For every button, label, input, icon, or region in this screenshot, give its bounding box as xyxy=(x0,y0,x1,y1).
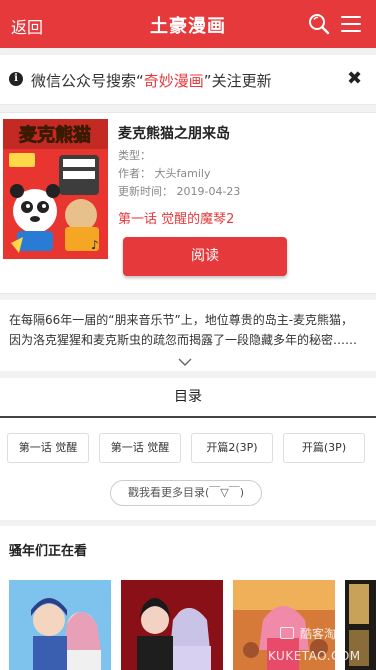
cover-title-art: 麦克熊猫 xyxy=(19,124,91,146)
notice-prefix: 微信公众号搜索“ xyxy=(31,72,144,90)
comic-thumbnail[interactable] xyxy=(121,580,223,670)
author-label: 作者： xyxy=(118,167,151,180)
chapter-item[interactable]: 第一话 觉醒 xyxy=(7,433,89,463)
top-nav-bar: 返回 土豪漫画 xyxy=(0,0,376,48)
notice-highlight: 奇妙漫画 xyxy=(143,72,204,90)
book-type: 类型： xyxy=(118,147,151,163)
description-text: 在每隔66年一届的“朋来音乐节”上，地位尊贵的岛主-麦克熊猫，因为洛克猩猩和麦克… xyxy=(9,313,358,347)
chevron-down-icon[interactable] xyxy=(178,352,192,366)
menu-icon[interactable] xyxy=(340,14,362,34)
watching-heading: 骚年们正在看 xyxy=(9,544,88,559)
chapter-item[interactable]: 开篇(3P) xyxy=(283,433,365,463)
catalog-section: 目录 第一话 觉醒 第一话 觉醒 开篇2(3P) 开篇(3P) 戳我看更多目录(… xyxy=(0,378,376,520)
comic-thumbnail[interactable] xyxy=(233,580,335,670)
info-icon: i xyxy=(9,72,23,86)
chapter-item[interactable]: 第一话 觉醒 xyxy=(99,433,181,463)
read-button[interactable]: 阅读 xyxy=(123,237,287,276)
comic-thumbnail[interactable] xyxy=(9,580,111,670)
comic-thumbnail[interactable] xyxy=(345,580,376,670)
description-section: 在每隔66年一届的“朋来音乐节”上，地位尊贵的岛主-麦克熊猫，因为洛克猩猩和麦克… xyxy=(0,300,376,371)
search-icon[interactable] xyxy=(308,13,330,35)
back-button[interactable]: 返回 xyxy=(11,14,43,38)
author-value: 大头family xyxy=(154,167,211,180)
book-cover[interactable]: 麦克熊猫 ♪ xyxy=(3,119,108,259)
close-icon[interactable]: ✖ xyxy=(347,68,362,89)
updated-label: 更新时间： xyxy=(118,185,173,198)
updated-value: 2019-04-23 xyxy=(176,185,241,198)
catalog-divider xyxy=(0,416,376,418)
type-label: 类型： xyxy=(118,149,151,162)
book-updated: 更新时间： 2019-04-23 xyxy=(118,183,240,199)
book-title: 麦克熊猫之朋来岛 xyxy=(118,126,230,142)
notice-bar: i 微信公众号搜索“奇妙漫画”关注更新 ✖ xyxy=(0,55,376,105)
catalog-heading: 目录 xyxy=(174,389,202,405)
book-info-card: 麦克熊猫 ♪ 麦克熊猫之朋来岛 类型： 作者： 大头family 更新时间： 2… xyxy=(0,112,376,294)
notice-text: 微信公众号搜索“奇妙漫画”关注更新 xyxy=(31,70,272,91)
latest-chapter-link[interactable]: 第一话 觉醒的魔琴2 xyxy=(118,208,234,227)
svg-text:♪: ♪ xyxy=(91,238,99,252)
notice-suffix: ”关注更新 xyxy=(203,72,272,90)
book-author: 作者： 大头family xyxy=(118,165,210,181)
watching-section: 骚年们正在看 xyxy=(0,526,376,670)
more-chapters-button[interactable]: 戳我看更多目录(￣▽￣) xyxy=(110,480,262,506)
chapter-item[interactable]: 开篇2(3P) xyxy=(191,433,273,463)
